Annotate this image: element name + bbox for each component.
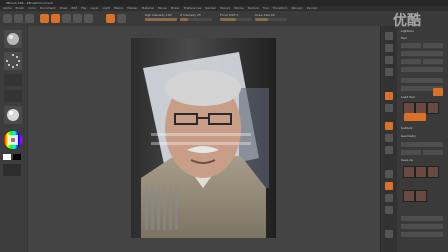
draw-size-slider[interactable] xyxy=(255,18,287,21)
bpr-button[interactable] xyxy=(385,32,393,40)
draw-size-label: Draw Size 64 xyxy=(255,13,275,17)
make-polymesh-button[interactable] xyxy=(401,67,443,72)
texture-thumb-2[interactable] xyxy=(415,166,427,178)
move-button[interactable] xyxy=(62,14,71,23)
rgb-intensity-label: Rgb Intensity 100 xyxy=(145,13,172,17)
import-button[interactable] xyxy=(401,51,443,56)
texture-thumb-5[interactable] xyxy=(415,190,427,202)
scale-view-button[interactable] xyxy=(385,194,393,202)
goz-button[interactable] xyxy=(401,78,443,83)
home-button[interactable] xyxy=(3,14,12,23)
stroke-thumbnail[interactable] xyxy=(4,52,22,70)
alpha-thumbnail[interactable] xyxy=(4,74,22,86)
right-panel: Lightbox Tool Load Tool Subtool Geometry… xyxy=(397,26,448,252)
texture-thumbnail[interactable] xyxy=(4,90,22,102)
geometry-row-2b[interactable] xyxy=(423,150,443,155)
texture-thumb-3[interactable] xyxy=(427,166,439,178)
focal-shift-label: Focal Shift 0 xyxy=(220,13,239,17)
portrait-image xyxy=(131,38,276,238)
draw-button[interactable] xyxy=(51,14,60,23)
edit-button[interactable] xyxy=(40,14,49,23)
layers-row[interactable] xyxy=(401,216,443,221)
local-button[interactable] xyxy=(385,146,393,154)
scale-button[interactable] xyxy=(73,14,82,23)
rotate-view-button[interactable] xyxy=(385,206,393,214)
frame-button[interactable] xyxy=(385,170,393,178)
material-thumbnail[interactable] xyxy=(4,106,22,124)
lightbox-button[interactable] xyxy=(14,14,23,23)
top-toolbar: Rgb Intensity 100 Z Intensity 25 Focal S… xyxy=(0,11,448,27)
left-tool-panel xyxy=(0,26,27,252)
tool-thumb-3[interactable] xyxy=(427,102,439,114)
brush-icon xyxy=(7,33,19,45)
rgb-button[interactable] xyxy=(117,14,126,23)
move-view-button[interactable] xyxy=(385,182,393,190)
focal-shift-slider[interactable] xyxy=(220,18,252,21)
color-wheel-icon xyxy=(4,131,22,149)
right-shelf xyxy=(380,26,397,252)
color-picker[interactable] xyxy=(3,130,23,150)
geometry-label: Geometry xyxy=(401,134,416,138)
floor-button[interactable] xyxy=(385,134,393,142)
rotate-button[interactable] xyxy=(84,14,93,23)
export-button[interactable] xyxy=(401,59,421,64)
r-button[interactable] xyxy=(433,88,443,96)
document-frame xyxy=(131,38,276,238)
aahalf-button[interactable] xyxy=(385,104,393,112)
polyf-button[interactable] xyxy=(385,230,393,238)
geometry-row-1[interactable] xyxy=(401,142,443,147)
secondary-color-swatch[interactable] xyxy=(13,154,21,160)
tool-title: Tool xyxy=(401,36,407,40)
load-tool-button[interactable] xyxy=(401,43,421,48)
subtool-label: Subtool xyxy=(401,126,413,130)
fibermesh-row[interactable] xyxy=(401,224,443,229)
spix-button[interactable] xyxy=(385,44,393,52)
clone-button[interactable] xyxy=(423,59,443,64)
z-intensity-label: Z Intensity 25 xyxy=(180,13,201,17)
texture-label: Save As xyxy=(401,158,413,162)
plane-thumb[interactable] xyxy=(404,113,426,121)
texture-thumb-1[interactable] xyxy=(403,166,415,178)
persp-button[interactable] xyxy=(385,122,393,130)
quicksketch-button[interactable] xyxy=(25,14,34,23)
mrgb-button[interactable] xyxy=(106,14,115,23)
rgb-intensity-slider[interactable] xyxy=(145,18,177,21)
lightbox-tools-label: Load Tool xyxy=(401,95,415,99)
save-as-button[interactable] xyxy=(423,43,443,48)
gradient-swatch[interactable] xyxy=(3,164,21,176)
material-sphere-icon xyxy=(7,109,19,121)
z-intensity-slider[interactable] xyxy=(180,18,212,21)
geometry-row-2a[interactable] xyxy=(401,150,421,155)
main-color-swatch[interactable] xyxy=(3,154,11,160)
dots-stroke-icon xyxy=(6,54,20,68)
zoom-button[interactable] xyxy=(385,68,393,76)
brush-thumbnail[interactable] xyxy=(4,30,22,48)
actual-button[interactable] xyxy=(385,92,393,100)
uvmap-row[interactable] xyxy=(401,232,443,237)
texture-thumb-4[interactable] xyxy=(403,190,415,202)
youku-watermark: 优酷 xyxy=(393,13,421,29)
scroll-button[interactable] xyxy=(385,56,393,64)
